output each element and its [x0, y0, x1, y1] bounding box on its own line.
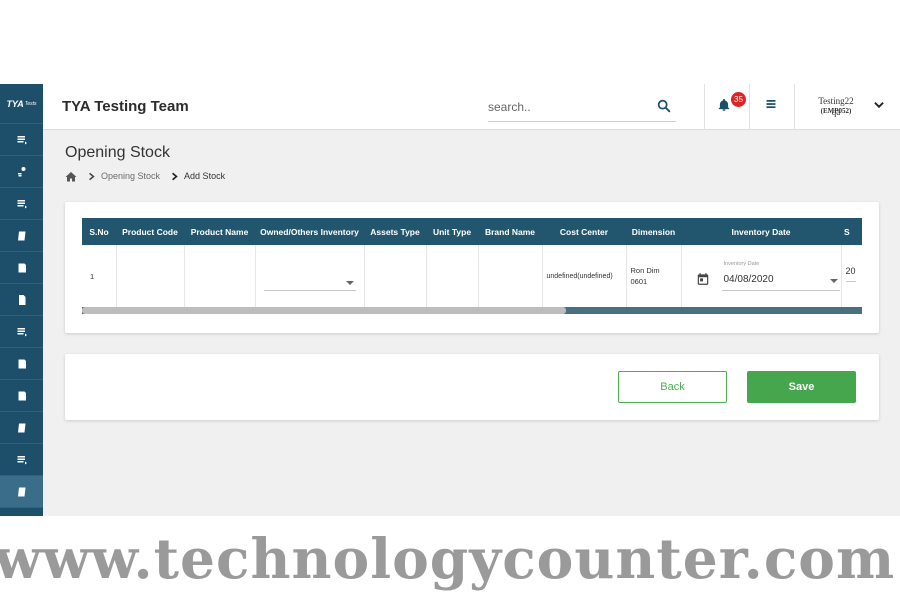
- column-header: Unit Type: [426, 218, 478, 245]
- scrollbar-thumb[interactable]: [82, 307, 566, 314]
- chevron-right-icon: [172, 172, 178, 180]
- cell-unit-type[interactable]: [426, 245, 479, 307]
- header-divider: [749, 84, 750, 130]
- home-icon[interactable]: [65, 171, 77, 182]
- column-header: Brand Name: [478, 218, 542, 245]
- sidebar: TYA Tests: [0, 84, 43, 516]
- column-header: Product Code: [116, 218, 184, 245]
- receipt-icon: [17, 423, 25, 432]
- sidebar-item[interactable]: [0, 380, 43, 412]
- search-icon[interactable]: [656, 98, 672, 114]
- list-menu-icon[interactable]: [765, 98, 777, 110]
- owned-inventory-select[interactable]: [263, 275, 356, 291]
- column-header: Dimension: [626, 218, 681, 245]
- stock-table: S.No Product Code Product Name Owned/Oth…: [82, 218, 862, 307]
- cell-cost-center: undefined(undefined): [542, 245, 627, 307]
- partial-column-field[interactable]: 20: [845, 266, 856, 282]
- sidebar-item[interactable]: [0, 252, 43, 284]
- dropdown-caret-icon: [345, 281, 354, 285]
- sidebar-item[interactable]: [0, 124, 43, 156]
- chevron-down-icon[interactable]: [872, 98, 886, 112]
- sidebar-item[interactable]: [0, 188, 43, 220]
- breadcrumb-opening-stock[interactable]: Opening Stock: [101, 171, 160, 181]
- sidebar-item[interactable]: [0, 348, 43, 380]
- save-button[interactable]: Save: [747, 371, 856, 403]
- stack-icon: [17, 199, 27, 208]
- bell-icon[interactable]: [717, 98, 731, 112]
- person-pin-icon: [17, 166, 25, 176]
- sidebar-item[interactable]: [0, 444, 43, 476]
- stack-icon: [17, 135, 27, 144]
- search-box: [488, 96, 676, 122]
- sidebar-item[interactable]: [0, 284, 43, 316]
- dropdown-caret-icon: [829, 279, 838, 283]
- page-title: Opening Stock: [65, 144, 170, 161]
- action-card: Back Save: [65, 354, 879, 420]
- chevron-right-icon: [89, 172, 95, 180]
- back-button[interactable]: Back: [618, 371, 727, 403]
- cell-brand-name[interactable]: [478, 245, 543, 307]
- ledger-icon: [18, 359, 26, 368]
- column-header: S.No: [82, 218, 116, 245]
- app-logo[interactable]: TYA Tests: [0, 84, 43, 124]
- team-title: TYA Testing Team: [62, 98, 189, 115]
- sidebar-item[interactable]: [0, 156, 43, 188]
- search-input[interactable]: [488, 100, 648, 114]
- header-divider: [704, 84, 705, 130]
- column-header: Product Name: [184, 218, 255, 245]
- column-header: Cost Center: [542, 218, 626, 245]
- cell-dimension: Ron Dim 0601: [626, 245, 682, 307]
- ledger-icon: [18, 391, 26, 400]
- calendar-icon[interactable]: [696, 272, 710, 286]
- column-header: Assets Type: [364, 218, 426, 245]
- watermark: www.technologycounter.com: [0, 516, 900, 600]
- inventory-date-label: Inventory Date: [723, 261, 760, 267]
- top-header: TYA Testing Team 35 Testing22 qa (EMP052…: [43, 84, 900, 130]
- breadcrumb-add-stock: Add Stock: [184, 171, 226, 181]
- app-window: TYATests TYA Testing Team 35 Testing22 q…: [0, 84, 900, 516]
- top-blank-area: [0, 0, 900, 84]
- receipt-icon: [17, 487, 25, 496]
- watermark-text: www.technologycounter.com: [0, 526, 896, 591]
- column-header: Owned/Others Inventory: [255, 218, 364, 245]
- table-header-row: S.No Product Code Product Name Owned/Oth…: [82, 218, 862, 245]
- notification-badge: 35: [731, 92, 746, 107]
- cell-partial: 20: [841, 245, 862, 307]
- ledger-icon: [18, 263, 26, 272]
- user-id: (EMP052): [820, 107, 852, 115]
- sidebar-item[interactable]: [0, 316, 43, 348]
- stack-icon: [17, 327, 27, 336]
- horizontal-scrollbar[interactable]: [82, 307, 862, 314]
- cell-product-name[interactable]: [184, 245, 256, 307]
- header-divider: [794, 84, 795, 130]
- stack-icon: [17, 455, 27, 464]
- cell-sno: 1: [82, 245, 117, 307]
- column-header: S: [841, 218, 862, 245]
- column-header: Inventory Date: [681, 218, 841, 245]
- inventory-date-input[interactable]: Inventory Date 04/08/2020: [721, 261, 840, 291]
- breadcrumb: Opening Stock Add Stock: [65, 169, 225, 183]
- stock-table-scroll-area: S.No Product Code Product Name Owned/Oth…: [82, 218, 862, 314]
- sidebar-item[interactable]: [0, 412, 43, 444]
- cell-assets-type[interactable]: [364, 245, 427, 307]
- document-icon: [18, 294, 25, 305]
- receipt-icon: [17, 231, 25, 240]
- stock-table-card: S.No Product Code Product Name Owned/Oth…: [65, 202, 879, 333]
- cell-owned-inventory: [255, 245, 365, 307]
- cell-inventory-date: Inventory Date 04/08/2020: [681, 245, 842, 307]
- cell-product-code[interactable]: [116, 245, 185, 307]
- sidebar-item[interactable]: [0, 220, 43, 252]
- inventory-date-value: 04/08/2020: [723, 274, 774, 285]
- table-row: 1 undefined(undefined) Ron Dim 0601 Inve…: [82, 245, 862, 307]
- sidebar-item[interactable]: [0, 476, 43, 508]
